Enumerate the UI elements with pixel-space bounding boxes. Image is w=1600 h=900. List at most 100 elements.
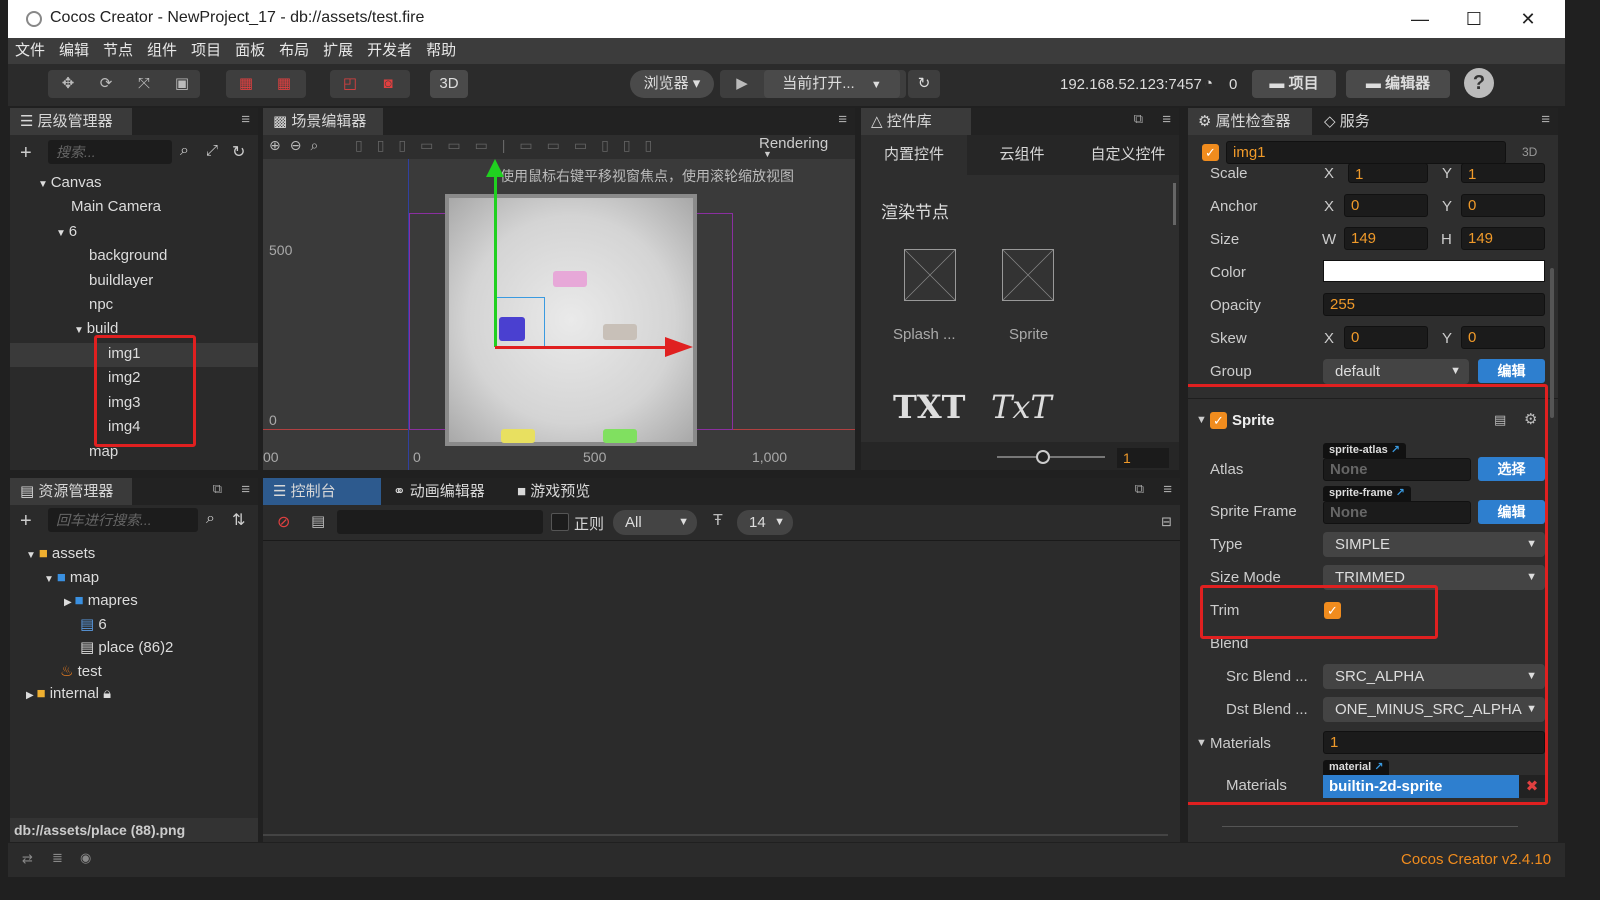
eye-icon[interactable]: ◉ bbox=[80, 850, 91, 866]
menu-layout[interactable]: 布局 bbox=[272, 38, 316, 64]
collapse-icon[interactable]: ⊟ bbox=[1161, 514, 1172, 530]
tab-service[interactable]: ◇ 服务 bbox=[1314, 108, 1394, 135]
menu-edit[interactable]: 编辑 bbox=[52, 38, 96, 64]
menu-panel[interactable]: 面板 bbox=[228, 38, 272, 64]
tab-assets[interactable]: ▤ 资源管理器 bbox=[10, 478, 132, 505]
open-editor-button[interactable]: ▬ 编辑器 bbox=[1346, 70, 1450, 98]
size-w-input[interactable]: 149 bbox=[1344, 227, 1428, 250]
menu-project[interactable]: 项目 bbox=[184, 38, 228, 64]
panel-menu-icon[interactable]: ≡ bbox=[838, 111, 847, 128]
tree-node-npc[interactable]: npc bbox=[89, 296, 113, 313]
sort-icon[interactable]: ⇅ bbox=[232, 510, 245, 530]
group-edit-button[interactable]: 编辑 bbox=[1478, 359, 1545, 383]
mode-3d-button[interactable]: 3D bbox=[430, 70, 468, 98]
rotate-tool-icon[interactable]: ⟳ bbox=[92, 70, 120, 98]
minimize-button[interactable]: — bbox=[1397, 4, 1443, 34]
gizmo-x-arrow[interactable] bbox=[665, 337, 693, 357]
locate-icon[interactable]: ⤢ bbox=[206, 142, 218, 159]
tab-builtin[interactable]: 内置控件 bbox=[861, 135, 967, 175]
assets-search-input[interactable]: 回车进行搜索... bbox=[48, 508, 198, 532]
local-icon[interactable]: ▦ bbox=[270, 70, 298, 98]
add-asset-icon[interactable]: + bbox=[20, 510, 32, 533]
tab-animation[interactable]: ⚭ 动画编辑器 bbox=[383, 478, 505, 505]
zoom-slider-handle[interactable] bbox=[1036, 450, 1050, 464]
pivot-icon[interactable]: ▦ bbox=[232, 70, 260, 98]
tree-node-main-camera[interactable]: Main Camera bbox=[71, 198, 161, 215]
snap-icon[interactable]: ◰ bbox=[336, 70, 364, 98]
refresh-icon[interactable]: ↻ bbox=[232, 142, 245, 162]
browser-select[interactable]: 浏览器 ▾ bbox=[630, 70, 714, 98]
refresh-icon[interactable]: ↻ bbox=[908, 70, 940, 98]
tab-inspector[interactable]: ⚙ 属性检查器 bbox=[1188, 108, 1312, 135]
zoom-value-input[interactable]: 1 bbox=[1117, 448, 1169, 468]
log-level-select[interactable]: All ▼ bbox=[613, 510, 697, 535]
tab-widgets[interactable]: △ 控件库 bbox=[861, 108, 971, 135]
skew-y-input[interactable]: 0 bbox=[1461, 326, 1545, 349]
asset-test[interactable]: ♨ test bbox=[60, 662, 102, 680]
rect-tool-icon[interactable]: ▣ bbox=[168, 70, 196, 98]
skew-x-input[interactable]: 0 bbox=[1344, 326, 1428, 349]
color-swatch[interactable] bbox=[1323, 260, 1545, 282]
scene-viewport[interactable]: 使用鼠标右键平移视窗焦点，使用滚轮缩放视图 500 0 00 0 500 1,0… bbox=[263, 159, 855, 470]
menu-help[interactable]: 帮助 bbox=[419, 38, 463, 64]
console-filter-input[interactable] bbox=[337, 510, 543, 534]
widgets-scrollbar[interactable] bbox=[1173, 183, 1176, 225]
sync-icon[interactable]: ⇄ bbox=[22, 851, 33, 867]
gizmo-y-arrow[interactable] bbox=[486, 159, 504, 177]
tree-node-background[interactable]: background bbox=[89, 247, 167, 264]
gizmo-y-axis[interactable] bbox=[494, 169, 497, 347]
scene-select[interactable]: 当前打开... ▼ bbox=[764, 70, 900, 98]
tab-custom[interactable]: 自定义控件 bbox=[1077, 135, 1179, 175]
zoom-icons[interactable]: ⊕⊖⌕ bbox=[269, 137, 327, 154]
tab-hierarchy[interactable]: ☰ 层级管理器 bbox=[10, 108, 132, 135]
node-active-checkbox[interactable]: ✓ bbox=[1202, 144, 1219, 161]
close-button[interactable]: ✕ bbox=[1505, 4, 1551, 34]
font-size-select[interactable]: 14 ▼ bbox=[737, 510, 793, 535]
hierarchy-search-input[interactable]: 搜索... bbox=[48, 140, 172, 164]
asset-assets[interactable]: ▼ ■ assets bbox=[26, 545, 95, 562]
help-icon[interactable]: ? bbox=[1464, 68, 1494, 98]
asset-internal[interactable]: ▶ ■ internal 🔒︎ bbox=[26, 685, 111, 702]
popout-icon[interactable]: ⧉ bbox=[1134, 111, 1143, 127]
tab-game-preview[interactable]: ■ 游戏预览 bbox=[507, 478, 623, 505]
asset-mapres[interactable]: ▶ ■ mapres bbox=[64, 592, 138, 609]
menu-developer[interactable]: 开发者 bbox=[360, 38, 419, 64]
popout-icon[interactable]: ⧉ bbox=[213, 481, 222, 497]
scale-x-input[interactable]: 1 bbox=[1348, 163, 1428, 183]
console-log-area[interactable] bbox=[263, 541, 1168, 835]
move-tool-icon[interactable]: ✥ bbox=[54, 70, 82, 98]
panel-menu-icon[interactable]: ≡ bbox=[241, 481, 250, 498]
tab-cloud[interactable]: 云组件 bbox=[969, 135, 1075, 175]
scale-tool-icon[interactable]: ⤧ bbox=[130, 70, 158, 98]
search-icon[interactable]: ⌕ bbox=[180, 142, 189, 160]
panel-menu-icon[interactable]: ≡ bbox=[1162, 111, 1171, 128]
maximize-button[interactable]: ☐ bbox=[1451, 4, 1497, 34]
sprite-widget-icon[interactable] bbox=[1002, 249, 1054, 301]
clear-icon[interactable]: ⊘ bbox=[277, 512, 290, 532]
size-h-input[interactable]: 149 bbox=[1461, 227, 1545, 250]
node-name-input[interactable]: img1 bbox=[1226, 141, 1506, 164]
grid-icon[interactable]: ◙ bbox=[374, 70, 402, 98]
richtext-widget-icon[interactable]: TxT bbox=[991, 388, 1052, 426]
menu-file[interactable]: 文件 bbox=[8, 38, 52, 64]
anchor-x-input[interactable]: 0 bbox=[1344, 194, 1428, 217]
panel-menu-icon[interactable]: ≡ bbox=[1163, 481, 1172, 498]
asset-map[interactable]: ▼ ■ map bbox=[44, 569, 99, 586]
node-3d-toggle[interactable]: 3D bbox=[1522, 145, 1537, 159]
group-select[interactable]: default ▼ bbox=[1323, 359, 1469, 384]
regex-checkbox[interactable] bbox=[551, 513, 569, 531]
menu-extension[interactable]: 扩展 bbox=[316, 38, 360, 64]
anchor-y-input[interactable]: 0 bbox=[1461, 194, 1545, 217]
align-icons[interactable]: ▯▯▯▭▭▭|▭▭▭▯▯▯ bbox=[355, 137, 666, 154]
label-widget-icon[interactable]: TXT bbox=[893, 388, 965, 426]
add-node-icon[interactable]: + bbox=[20, 142, 32, 165]
play-icon[interactable]: ▶ bbox=[728, 70, 756, 98]
panel-menu-icon[interactable]: ≡ bbox=[241, 111, 250, 128]
search-icon[interactable]: ⌕ bbox=[206, 510, 215, 528]
tree-node-buildlayer[interactable]: buildlayer bbox=[89, 272, 153, 289]
popout-icon[interactable]: ⧉ bbox=[1135, 481, 1144, 497]
tree-node-6[interactable]: ▼ 6 bbox=[56, 223, 77, 240]
menu-node[interactable]: 节点 bbox=[96, 38, 140, 64]
console-hscrollbar[interactable] bbox=[263, 834, 1168, 836]
panel-menu-icon[interactable]: ≡ bbox=[1541, 111, 1550, 128]
